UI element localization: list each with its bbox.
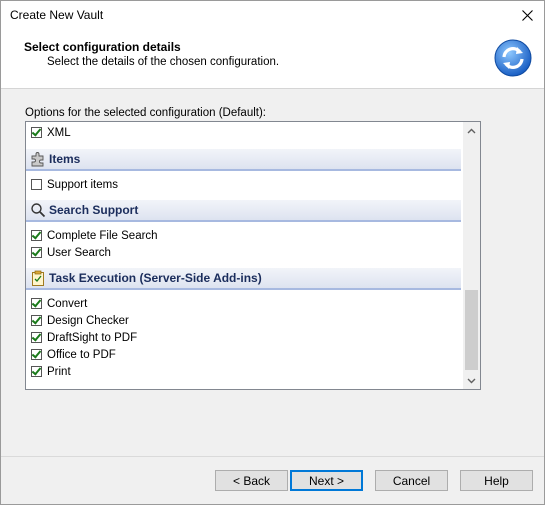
scroll-down-button[interactable]	[463, 372, 480, 389]
section-label: Items	[49, 152, 81, 166]
item-label: User Search	[47, 246, 111, 259]
list-item[interactable]: XML	[31, 124, 71, 141]
checkbox-draftsight-to-pdf[interactable]	[31, 332, 42, 343]
back-button[interactable]: < Back	[215, 470, 288, 491]
cancel-button[interactable]: Cancel	[375, 470, 448, 491]
chevron-down-icon	[467, 378, 476, 383]
window-title: Create New Vault	[10, 8, 104, 22]
clipboard-icon	[29, 270, 47, 286]
dialog-window: Create New Vault Select configuration de…	[0, 0, 545, 505]
checkbox-support-items[interactable]	[31, 179, 42, 190]
list-item[interactable]: Complete File Search	[31, 227, 158, 244]
refresh-icon	[494, 39, 532, 77]
options-label: Options for the selected configuration (…	[25, 107, 266, 119]
title-bar: Create New Vault	[1, 1, 544, 30]
checkbox-print[interactable]	[31, 366, 42, 377]
magnifier-icon	[29, 202, 47, 218]
page-title: Select configuration details	[24, 40, 181, 54]
close-icon	[521, 10, 533, 21]
footer-divider	[1, 456, 544, 457]
item-label: XML	[47, 126, 71, 139]
list-item[interactable]: Convert	[31, 295, 87, 312]
vertical-scrollbar[interactable]	[463, 122, 480, 389]
scroll-up-button[interactable]	[463, 122, 480, 139]
item-label: Support items	[47, 178, 118, 191]
page-subtitle: Select the details of the chosen configu…	[47, 56, 280, 68]
item-label: DraftSight to PDF	[47, 331, 138, 344]
list-item[interactable]: DraftSight to PDF	[31, 329, 137, 346]
checkbox-user-search[interactable]	[31, 247, 42, 258]
list-item[interactable]: Design Checker	[31, 312, 129, 329]
list-item[interactable]: Support items	[31, 176, 118, 193]
checkbox-complete-file-search[interactable]	[31, 230, 42, 241]
item-label: Complete File Search	[47, 229, 158, 242]
help-button[interactable]: Help	[460, 470, 533, 491]
checkbox-design-checker[interactable]	[31, 315, 42, 326]
puzzle-icon	[29, 151, 47, 167]
section-label: Task Execution (Server-Side Add-ins)	[49, 271, 262, 285]
section-label: Search Support	[49, 203, 139, 217]
section-header-task-execution: Task Execution (Server-Side Add-ins)	[26, 268, 461, 290]
list-item[interactable]: Print	[31, 363, 71, 380]
checkbox-convert[interactable]	[31, 298, 42, 309]
section-header-search: Search Support	[26, 200, 461, 222]
item-label: Convert	[47, 297, 88, 310]
list-item[interactable]: User Search	[31, 244, 111, 261]
checkbox-xml[interactable]	[31, 127, 42, 138]
chevron-up-icon	[467, 128, 476, 133]
scrollbar-thumb[interactable]	[465, 290, 478, 370]
next-button[interactable]: Next >	[290, 470, 363, 491]
section-header-items: Items	[26, 149, 461, 171]
item-label: Office to PDF	[47, 348, 116, 361]
item-label: Print	[47, 365, 71, 378]
checkbox-office-to-pdf[interactable]	[31, 349, 42, 360]
close-button[interactable]	[510, 1, 544, 30]
list-item[interactable]: Office to PDF	[31, 346, 116, 363]
wizard-header: Select configuration details Select the …	[1, 30, 544, 89]
options-list[interactable]: XML Items Support items Search Support C…	[25, 121, 481, 390]
item-label: Design Checker	[47, 314, 129, 327]
